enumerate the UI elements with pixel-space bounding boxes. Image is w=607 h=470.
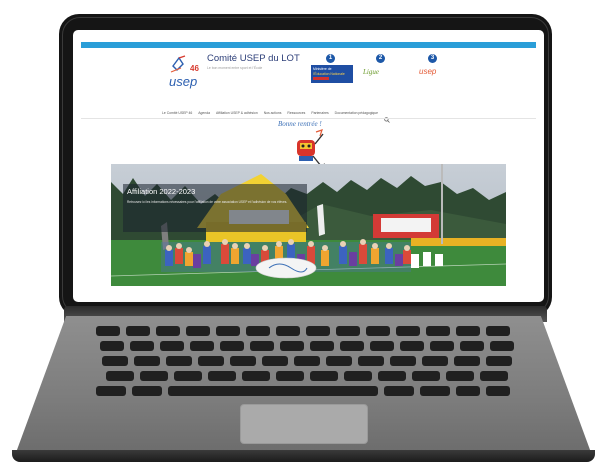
laptop-screen: 46 usep Comité USEP du LOT Le bon moment… xyxy=(73,30,544,302)
keyboard-key xyxy=(166,356,192,366)
nav-item-agenda[interactable]: Agenda xyxy=(198,111,210,115)
ministry-logo: Ministère de l'Éducation Nationale xyxy=(311,65,353,83)
keyboard-key xyxy=(220,341,244,351)
keyboard-key xyxy=(262,356,288,366)
partner-logo-3[interactable]: 3 usep xyxy=(413,54,457,86)
nav-item-documentation[interactable]: Documentation pédagogique xyxy=(335,111,378,115)
main-navigation: Le Comité USEP 46 Agenda Affiliation USE… xyxy=(162,109,390,123)
keyboard-key xyxy=(126,326,150,336)
keyboard-key xyxy=(190,341,214,351)
keyboard-key xyxy=(480,371,508,381)
usep-logo-text: usep xyxy=(419,67,437,76)
keyboard-key xyxy=(486,356,512,366)
keyboard-key xyxy=(140,371,168,381)
partner-logo-1[interactable]: 1 Ministère de l'Éducation Nationale xyxy=(311,54,355,86)
keyboard-key xyxy=(336,326,360,336)
keyboard-key xyxy=(456,326,480,336)
nav-item-partenaires[interactable]: Partenaires xyxy=(311,111,328,115)
keyboard-key xyxy=(130,341,154,351)
keyboard-key xyxy=(490,341,514,351)
keyboard-key xyxy=(396,326,420,336)
keyboard-key xyxy=(96,386,126,396)
keyboard-key xyxy=(426,326,450,336)
keyboard-key xyxy=(160,341,184,351)
keyboard-key xyxy=(276,326,300,336)
hero-title[interactable]: Affiliation 2022-2023 xyxy=(127,187,195,196)
keyboard-key xyxy=(326,356,352,366)
keyboard-key xyxy=(340,341,364,351)
keyboard-key xyxy=(100,341,124,351)
logo-number: 46 xyxy=(190,64,199,73)
keyboard-key xyxy=(422,356,448,366)
keyboard-key xyxy=(366,326,390,336)
keyboard-key xyxy=(454,356,480,366)
keyboard-key xyxy=(310,341,334,351)
partner-number-badge: 2 xyxy=(376,54,385,63)
keyboard-key xyxy=(198,356,224,366)
ministry-flag-stripe xyxy=(313,77,329,80)
keyboard-key xyxy=(186,326,210,336)
keyboard-key xyxy=(378,371,406,381)
keyboard-key xyxy=(370,341,394,351)
nav-item-affiliation[interactable]: Affiliation USEP & adhésion xyxy=(216,111,258,115)
laptop-keyboard xyxy=(96,326,514,398)
keyboard-key xyxy=(216,326,240,336)
ministry-line-1: Ministère de xyxy=(313,67,332,71)
site-title[interactable]: Comité USEP du LOT xyxy=(207,53,300,64)
keyboard-key xyxy=(156,326,180,336)
keyboard-key xyxy=(306,326,330,336)
keyboard-key xyxy=(230,356,256,366)
ministry-line-2: l'Éducation Nationale xyxy=(313,72,345,76)
keyboard-key xyxy=(310,371,338,381)
keyboard-key xyxy=(102,356,128,366)
keyboard-key xyxy=(294,356,320,366)
keyboard-key xyxy=(420,386,450,396)
keyboard-key xyxy=(486,386,510,396)
usep-46-logo[interactable]: 46 usep xyxy=(165,54,209,90)
keyboard-key xyxy=(106,371,134,381)
partner-logo-2[interactable]: 2 Ligue xyxy=(361,54,405,86)
nav-divider xyxy=(81,118,536,119)
keyboard-key xyxy=(250,341,274,351)
keyboard-key xyxy=(132,386,162,396)
keyboard-key xyxy=(460,341,484,351)
keyboard-key xyxy=(384,386,414,396)
partner-number-badge: 1 xyxy=(326,54,335,63)
nav-item-ressources[interactable]: Ressources xyxy=(287,111,305,115)
keyboard-key xyxy=(486,326,510,336)
keyboard-key xyxy=(242,371,270,381)
keyboard-key xyxy=(344,371,372,381)
keyboard-key xyxy=(456,386,480,396)
partner-number-badge: 3 xyxy=(428,54,437,63)
logo-graphic-icon: 46 usep xyxy=(169,55,199,89)
site-tagline: Le bon moment entre sport et l'École xyxy=(207,66,263,70)
keyboard-key xyxy=(174,371,202,381)
nav-item-actions[interactable]: Nos actions xyxy=(264,111,282,115)
keyboard-key xyxy=(446,371,474,381)
spacebar-key xyxy=(168,386,378,396)
keyboard-key xyxy=(208,371,236,381)
ligue-logo-text: Ligue xyxy=(363,68,379,76)
keyboard-key xyxy=(430,341,454,351)
keyboard-key xyxy=(246,326,270,336)
laptop-trackpad xyxy=(240,404,368,444)
keyboard-key xyxy=(358,356,384,366)
keyboard-key xyxy=(390,356,416,366)
keyboard-key xyxy=(400,341,424,351)
hero-description: Retrouvez ici les informations nécessair… xyxy=(127,200,288,204)
keyboard-key xyxy=(276,371,304,381)
keyboard-key xyxy=(96,326,120,336)
nav-item-comite[interactable]: Le Comité USEP 46 xyxy=(162,111,192,115)
keyboard-key xyxy=(280,341,304,351)
site-top-bar xyxy=(81,42,536,48)
search-icon[interactable] xyxy=(384,110,390,123)
keyboard-key xyxy=(412,371,440,381)
laptop-base-edge xyxy=(12,450,595,462)
keyboard-key xyxy=(134,356,160,366)
logo-word: usep xyxy=(169,74,197,89)
